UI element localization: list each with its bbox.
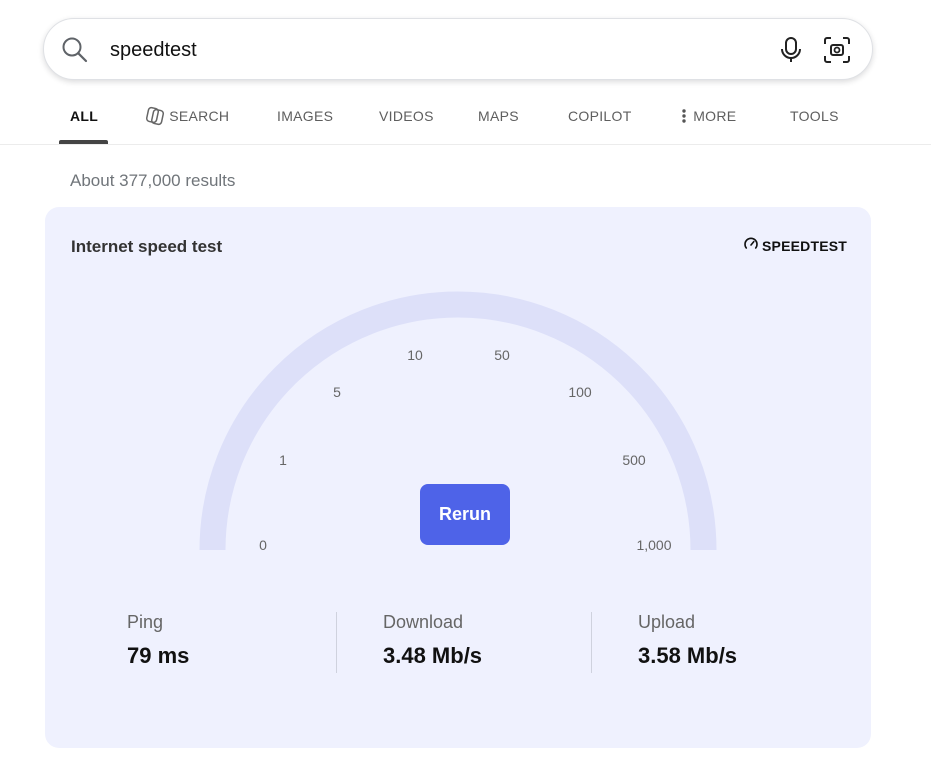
stat-ping: Ping 79 ms — [127, 612, 327, 669]
tab-videos[interactable]: VIDEOS — [379, 96, 434, 144]
tab-search[interactable]: SEARCH — [145, 96, 229, 144]
tab-tools[interactable]: TOOLS — [790, 96, 839, 144]
search-icon[interactable] — [61, 36, 89, 64]
stat-value: 79 ms — [127, 643, 190, 668]
tab-all[interactable]: ALL — [58, 96, 109, 144]
tab-label: COPILOT — [568, 108, 632, 124]
stat-divider — [336, 612, 337, 673]
copilot-icon — [145, 106, 169, 125]
rerun-button[interactable]: Rerun — [420, 484, 510, 545]
gauge-tick-50: 50 — [494, 347, 510, 363]
stat-label: Ping — [127, 612, 164, 632]
tab-label: TOOLS — [790, 108, 839, 124]
search-tabs: ALL SEARCH IMAGES VIDEOS MAPS COPILOT MO… — [0, 96, 931, 145]
gauge-tick-1: 1 — [279, 452, 287, 468]
tab-maps[interactable]: MAPS — [478, 96, 519, 144]
tab-copilot[interactable]: COPILOT — [568, 96, 632, 144]
stat-label: Upload — [638, 612, 696, 632]
microphone-icon[interactable] — [778, 36, 804, 64]
stat-label: Download — [383, 612, 464, 632]
gauge-tick-0: 0 — [259, 537, 267, 553]
stat-download: Download 3.48 Mb/s — [383, 612, 583, 669]
gauge-tick-5: 5 — [333, 384, 341, 400]
tab-label: SEARCH — [169, 108, 230, 124]
stat-divider — [591, 612, 592, 673]
visual-search-icon[interactable] — [823, 36, 851, 64]
speed-test-card: Internet speed test SPEEDTEST 0 1 5 10 5… — [45, 207, 871, 748]
tab-images[interactable]: IMAGES — [277, 96, 333, 144]
tab-more[interactable]: MORE — [679, 96, 736, 144]
gauge-tick-500: 500 — [622, 452, 646, 468]
stat-value: 3.58 Mb/s — [638, 643, 738, 668]
tab-label: MAPS — [478, 108, 519, 124]
more-vertical-icon — [679, 108, 693, 124]
tab-label: MORE — [693, 108, 737, 124]
tab-label: ALL — [70, 108, 99, 124]
results-count: About 377,000 results — [70, 171, 236, 190]
search-input[interactable] — [110, 33, 750, 67]
gauge-tick-100: 100 — [568, 384, 592, 400]
tab-label: IMAGES — [277, 108, 334, 124]
search-results-page: ALL SEARCH IMAGES VIDEOS MAPS COPILOT — [0, 0, 931, 771]
gauge-tick-10: 10 — [407, 347, 423, 363]
search-box[interactable] — [43, 18, 873, 80]
gauge-tick-1000: 1,000 — [636, 537, 671, 553]
stat-value: 3.48 Mb/s — [383, 643, 483, 668]
tab-label: VIDEOS — [379, 108, 434, 124]
stat-upload: Upload 3.58 Mb/s — [638, 612, 838, 669]
